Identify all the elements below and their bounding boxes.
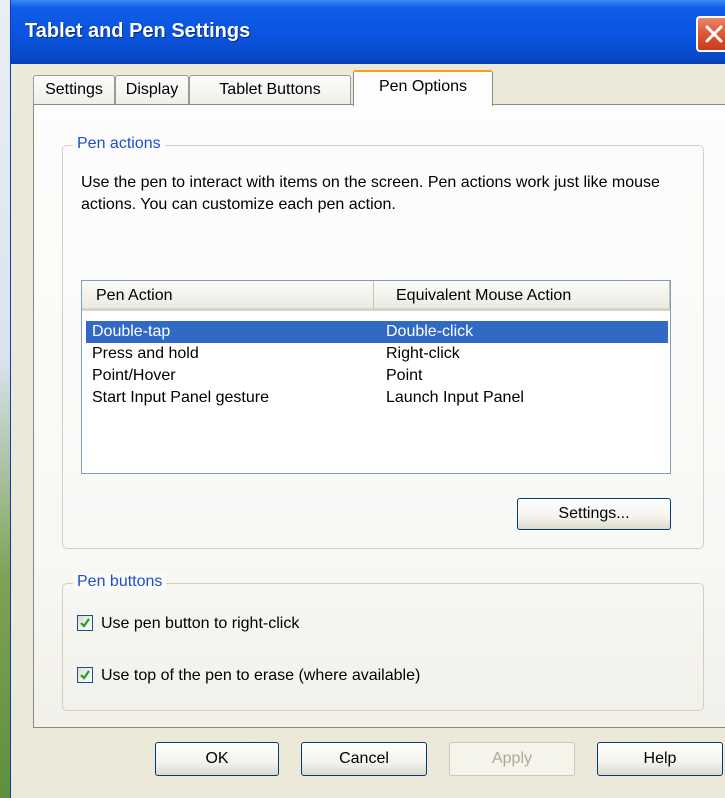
mouse-action-cell: Right-click <box>386 345 460 362</box>
mouse-action-cell: Launch Input Panel <box>386 389 524 406</box>
pen-buttons-group: Pen buttons Use pen button to right-clic… <box>62 573 704 711</box>
list-item[interactable]: Start Input Panel gesture Launch Input P… <box>86 387 668 409</box>
tab-pen-options[interactable]: Pen Options <box>353 70 493 106</box>
erase-checkbox[interactable] <box>77 667 93 683</box>
list-header: Pen Action Equivalent Mouse Action <box>82 281 670 313</box>
erase-label: Use top of the pen to erase (where avail… <box>101 667 421 684</box>
pen-actions-description: Use the pen to interact with items on th… <box>81 174 660 213</box>
close-button[interactable] <box>696 16 725 52</box>
checkmark-icon <box>80 670 90 680</box>
right-click-label: Use pen button to right-click <box>101 615 300 632</box>
mouse-action-cell: Double-click <box>386 323 474 340</box>
pen-action-cell: Start Input Panel gesture <box>92 389 269 406</box>
column-header-pen-action[interactable]: Pen Action <box>82 281 374 311</box>
title-bar[interactable]: Tablet and Pen Settings <box>11 0 725 64</box>
right-click-checkbox[interactable] <box>77 615 93 631</box>
close-icon <box>705 25 723 43</box>
cancel-button[interactable]: Cancel <box>301 742 427 776</box>
pen-actions-legend: Pen actions <box>73 135 165 153</box>
help-button[interactable]: Help <box>597 742 723 776</box>
window-title: Tablet and Pen Settings <box>25 20 251 42</box>
column-header-mouse-action[interactable]: Equivalent Mouse Action <box>374 281 670 311</box>
tab-settings[interactable]: Settings <box>33 75 115 104</box>
pen-action-settings-button[interactable]: Settings... <box>517 498 671 530</box>
apply-button[interactable]: Apply <box>449 742 575 776</box>
dialog-window: Tablet and Pen Settings Settings Display… <box>10 0 725 798</box>
ok-button[interactable]: OK <box>155 742 279 776</box>
tab-tablet-buttons[interactable]: Tablet Buttons <box>189 75 351 104</box>
pen-actions-group: Pen actions Use the pen to interact with… <box>62 135 704 549</box>
pen-buttons-legend: Pen buttons <box>73 573 167 591</box>
tab-display[interactable]: Display <box>115 75 189 104</box>
pen-action-cell: Double-tap <box>92 323 171 340</box>
list-item[interactable]: Point/Hover Point <box>86 365 668 387</box>
pen-action-cell: Point/Hover <box>92 367 176 384</box>
pen-action-cell: Press and hold <box>92 345 199 362</box>
mouse-action-cell: Point <box>386 367 423 384</box>
tab-strip: Settings Display Tablet Buttons Pen Opti… <box>33 68 725 108</box>
checkmark-icon <box>80 618 90 628</box>
pen-actions-list[interactable]: Pen Action Equivalent Mouse Action Doubl… <box>81 280 671 474</box>
pen-options-panel: Pen actions Use the pen to interact with… <box>33 104 725 728</box>
list-item[interactable]: Press and hold Right-click <box>86 343 668 365</box>
list-item[interactable]: Double-tap Double-click <box>86 321 668 343</box>
